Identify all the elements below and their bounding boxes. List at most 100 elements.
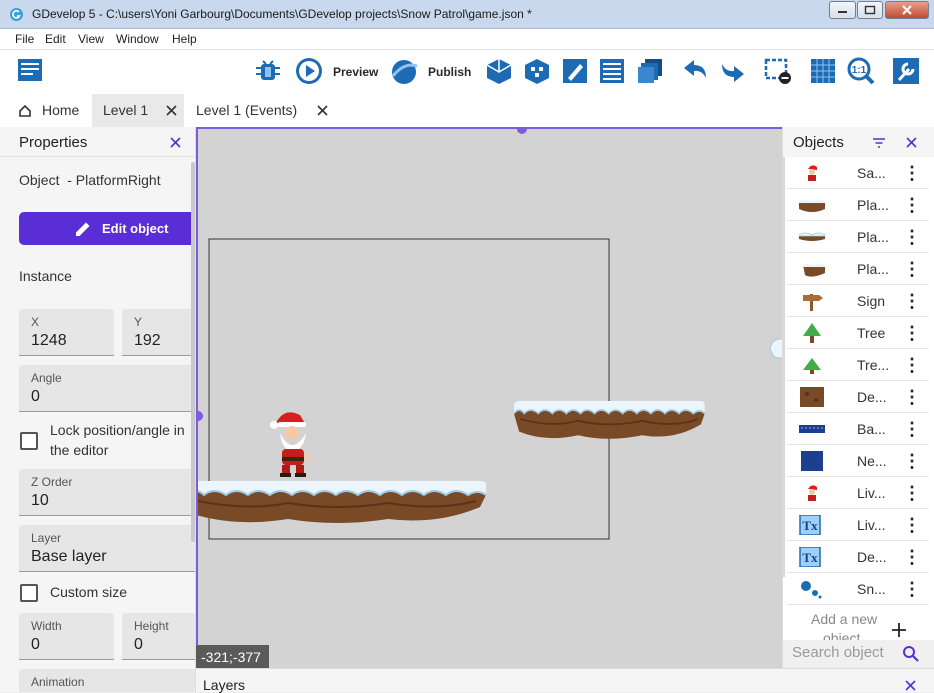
stack-icon[interactable] — [635, 56, 665, 86]
platform-left[interactable] — [198, 480, 487, 524]
object-item[interactable]: Liv... ⋮ — [787, 477, 929, 509]
object-item[interactable]: Pla... ⋮ — [787, 189, 929, 221]
custom-size-checkbox[interactable] — [20, 584, 38, 602]
tab-level-1[interactable]: Level 1 — [92, 94, 184, 127]
x-field[interactable]: X 1248 — [19, 309, 114, 356]
debugger-icon[interactable] — [253, 56, 283, 86]
objects-header: Objects — [783, 127, 934, 157]
edit-object-button[interactable]: Edit object — [19, 212, 195, 245]
objects-scrollbar[interactable] — [783, 157, 785, 577]
more-options-icon[interactable]: ⋮ — [903, 321, 921, 345]
scene-canvas[interactable] — [196, 127, 782, 668]
object-item[interactable]: Sign ⋮ — [787, 285, 929, 317]
close-tab-icon[interactable] — [166, 105, 177, 116]
z-order-value[interactable]: 10 — [31, 492, 49, 510]
zoom-reset-icon[interactable]: 1:1 — [846, 56, 876, 86]
platform-edge[interactable] — [769, 338, 782, 359]
more-options-icon[interactable]: ⋮ — [903, 513, 921, 537]
close-window-button[interactable] — [885, 1, 929, 19]
more-options-icon[interactable]: ⋮ — [903, 577, 921, 601]
object-item[interactable]: Tre... ⋮ — [787, 349, 929, 381]
selection-handle-top[interactable] — [517, 129, 527, 134]
search-icon[interactable] — [902, 645, 920, 663]
object-item[interactable]: Pla... ⋮ — [787, 221, 929, 253]
angle-field-value[interactable]: 0 — [31, 388, 40, 406]
grid-icon[interactable] — [808, 56, 838, 86]
menu-help[interactable]: Help — [172, 32, 197, 46]
object-item[interactable]: Tx Liv... ⋮ — [787, 509, 929, 541]
object-item[interactable]: Sa... ⋮ — [787, 157, 929, 189]
animation-field[interactable]: Animation — [19, 669, 195, 692]
more-options-icon[interactable]: ⋮ — [903, 193, 921, 217]
height-field[interactable]: Height 0 — [122, 613, 195, 660]
settings-wrench-icon[interactable] — [891, 56, 921, 86]
more-options-icon[interactable]: ⋮ — [903, 161, 921, 185]
close-panel-icon[interactable] — [170, 137, 181, 148]
z-order-field[interactable]: Z Order 10 — [19, 469, 195, 516]
add-object-label[interactable]: Add a new — [811, 611, 877, 627]
filter-icon[interactable] — [872, 137, 886, 149]
lock-position-checkbox[interactable] — [20, 432, 38, 450]
properties-grid-icon[interactable] — [522, 56, 552, 86]
add-object-label-2[interactable]: object — [823, 630, 860, 640]
object-item[interactable]: Pla... ⋮ — [787, 253, 929, 285]
maximize-button[interactable] — [857, 1, 883, 19]
more-options-icon[interactable]: ⋮ — [903, 257, 921, 281]
y-field[interactable]: Y 192 — [122, 309, 195, 356]
width-field-value[interactable]: 0 — [31, 636, 40, 654]
more-options-icon[interactable]: ⋮ — [903, 385, 921, 409]
object-item[interactable]: Ba... ⋮ — [787, 413, 929, 445]
santa-sprite[interactable] — [270, 412, 311, 477]
tab-level-1-label: Level 1 — [103, 102, 149, 118]
publish-button[interactable]: Publish — [428, 65, 471, 79]
menu-edit[interactable]: Edit — [45, 32, 66, 46]
object-item[interactable]: De... ⋮ — [787, 381, 929, 413]
redo-icon[interactable] — [718, 56, 748, 86]
layer-select[interactable]: Layer Base layer — [19, 525, 195, 572]
close-tab-icon[interactable] — [317, 105, 328, 116]
more-options-icon[interactable]: ⋮ — [903, 353, 921, 377]
properties-scrollbar[interactable] — [191, 162, 195, 542]
tab-home[interactable]: Home — [10, 94, 92, 127]
more-options-icon[interactable]: ⋮ — [903, 417, 921, 441]
y-field-value[interactable]: 192 — [134, 332, 161, 350]
close-panel-icon[interactable] — [906, 137, 917, 148]
close-panel-icon[interactable] — [905, 680, 916, 691]
properties-header: Properties — [0, 127, 195, 157]
edit-icon[interactable] — [560, 56, 590, 86]
object-item[interactable]: Tree ⋮ — [787, 317, 929, 349]
project-manager-icon[interactable] — [15, 56, 45, 86]
x-field-value[interactable]: 1248 — [31, 332, 67, 350]
add-icon[interactable] — [891, 622, 907, 638]
object-groups-icon[interactable] — [484, 56, 514, 86]
search-object-field[interactable]: Search object — [783, 640, 934, 668]
angle-field[interactable]: Angle 0 — [19, 365, 195, 412]
object-item[interactable]: Sn... ⋮ — [787, 573, 929, 605]
publish-icon[interactable] — [389, 56, 419, 86]
more-options-icon[interactable]: ⋮ — [903, 289, 921, 313]
height-field-value[interactable]: 0 — [134, 636, 143, 654]
layer-value[interactable]: Base layer — [31, 548, 107, 566]
delete-selection-icon[interactable] — [763, 56, 793, 86]
preview-icon[interactable] — [294, 56, 324, 86]
object-item[interactable]: Tx De... ⋮ — [787, 541, 929, 573]
minimize-button[interactable] — [829, 1, 856, 19]
menu-view[interactable]: View — [78, 32, 104, 46]
more-options-icon[interactable]: ⋮ — [903, 449, 921, 473]
selection-handle-left[interactable] — [198, 411, 203, 421]
more-options-icon[interactable]: ⋮ — [903, 481, 921, 505]
menu-file[interactable]: File — [15, 32, 34, 46]
layers-title: Layers — [203, 677, 246, 693]
y-field-label: Y — [134, 315, 143, 329]
width-field[interactable]: Width 0 — [19, 613, 114, 660]
object-item[interactable]: Ne... ⋮ — [787, 445, 929, 477]
more-options-icon[interactable]: ⋮ — [903, 545, 921, 569]
menu-window[interactable]: Window — [116, 32, 159, 46]
more-options-icon[interactable]: ⋮ — [903, 225, 921, 249]
layers-list-icon[interactable] — [597, 56, 627, 86]
tab-level-1-events[interactable]: Level 1 (Events) — [186, 94, 336, 127]
platform-right[interactable] — [513, 400, 706, 440]
instance-label: Instance — [19, 268, 72, 284]
preview-button[interactable]: Preview — [333, 65, 378, 79]
undo-icon[interactable] — [680, 56, 710, 86]
